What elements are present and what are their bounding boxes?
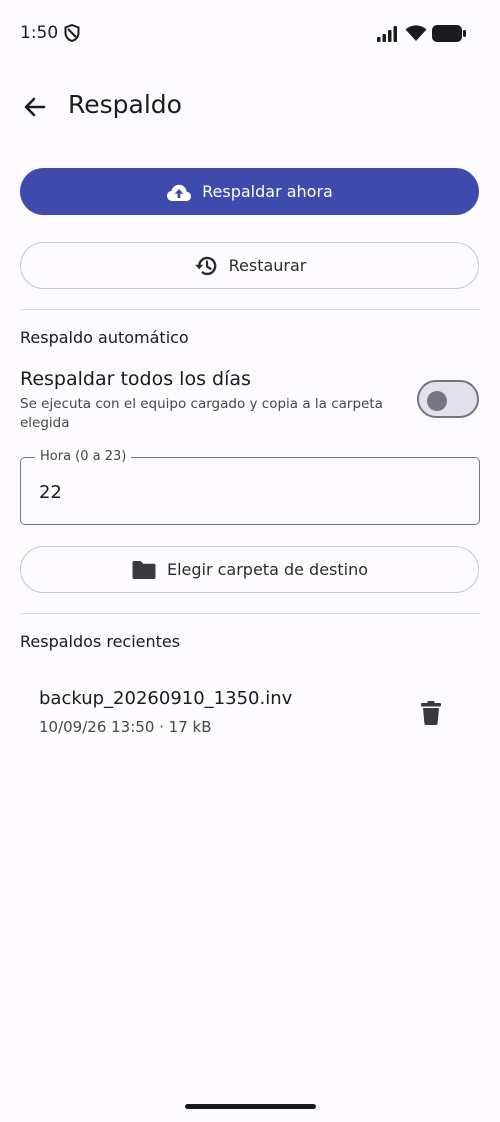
shield-icon xyxy=(64,24,80,42)
backup-now-button[interactable]: Respaldar ahora xyxy=(20,168,479,215)
back-arrow-icon[interactable] xyxy=(20,92,50,122)
top-app-bar: Respaldo xyxy=(0,80,500,136)
recent-backups-heading: Respaldos recientes xyxy=(20,632,181,651)
list-item[interactable]: backup_20260910_1350.inv 10/09/26 13:50 … xyxy=(0,676,500,746)
daily-backup-description: Se ejecuta con el equipo cargado y copia… xyxy=(20,396,383,431)
history-icon xyxy=(194,256,216,275)
signal-icon xyxy=(377,26,397,42)
hour-field-value: 22 xyxy=(39,482,62,503)
backup-file-meta: 10/09/26 13:50 · 17 kB xyxy=(39,718,212,736)
divider xyxy=(20,309,480,310)
gesture-handle xyxy=(185,1104,316,1109)
divider xyxy=(20,613,480,614)
backup-now-label: Respaldar ahora xyxy=(202,182,333,201)
hour-field[interactable]: Hora (0 a 23) 22 xyxy=(20,449,480,525)
backup-file-name: backup_20260910_1350.inv xyxy=(39,688,293,709)
auto-backup-heading: Respaldo automático xyxy=(20,328,189,347)
page-title: Respaldo xyxy=(68,90,182,119)
choose-folder-button[interactable]: Elegir carpeta de destino xyxy=(20,546,479,593)
battery-icon xyxy=(432,25,466,42)
choose-folder-label: Elegir carpeta de destino xyxy=(166,560,369,579)
toggle-knob xyxy=(427,391,447,411)
cloud-upload-icon xyxy=(167,184,192,201)
wifi-icon xyxy=(405,25,427,41)
status-bar: 1:50 xyxy=(0,0,500,64)
status-time: 1:50 xyxy=(20,23,59,43)
daily-backup-label: Respaldar todos los días xyxy=(20,368,251,390)
restore-button[interactable]: Restaurar xyxy=(20,242,479,289)
delete-icon[interactable] xyxy=(420,700,442,726)
folder-icon xyxy=(132,560,156,579)
daily-backup-toggle[interactable] xyxy=(417,380,479,418)
restore-label: Restaurar xyxy=(228,256,307,275)
hour-field-label: Hora (0 a 23) xyxy=(35,449,132,464)
